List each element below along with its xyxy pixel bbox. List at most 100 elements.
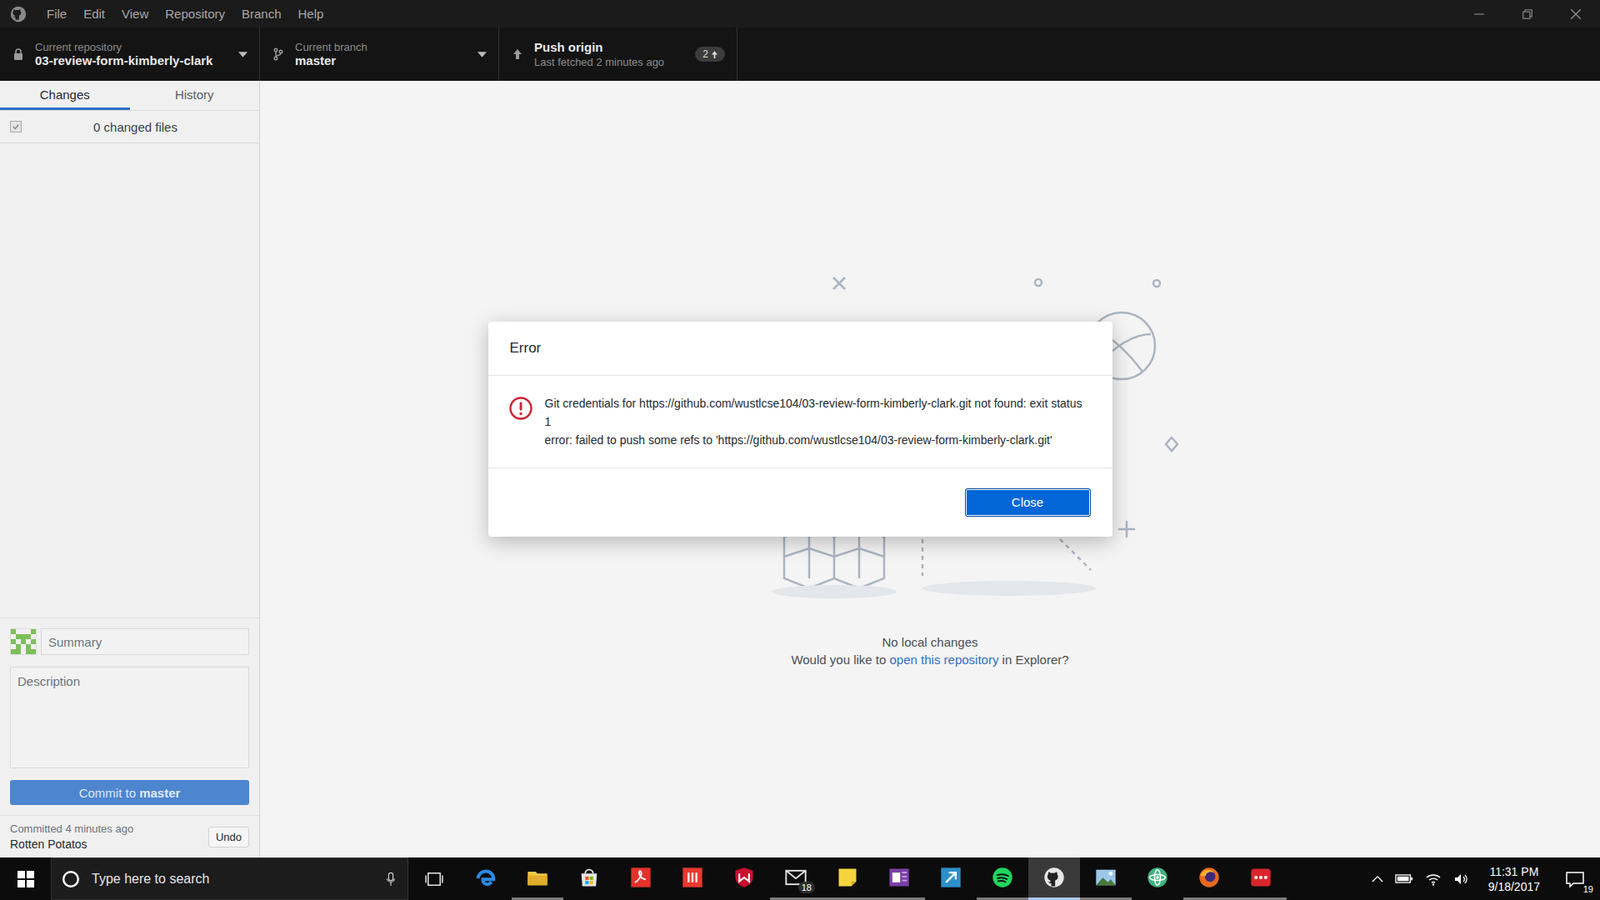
last-commit: Committed 4 minutes ago Rotten Potatos U… — [0, 815, 260, 858]
summary-input[interactable] — [40, 628, 250, 655]
search-placeholder: Type here to search — [91, 871, 375, 887]
last-commit-title: Rotten Potatos — [10, 837, 202, 851]
date: 9/18/2017 — [1488, 879, 1540, 895]
menu-bar: FileEditViewRepositoryBranchHelp — [38, 6, 332, 21]
notification-count: 19 — [1583, 884, 1594, 895]
empty-state-title: No local changes — [881, 635, 978, 650]
dialog-title: Error — [488, 321, 1113, 376]
taskbar-app[interactable] — [1131, 857, 1184, 900]
notes-icon — [835, 865, 860, 890]
time: 11:31 PM — [1489, 864, 1539, 880]
close-button[interactable]: Close — [965, 488, 1091, 517]
repository-label: Current repository — [35, 40, 229, 54]
taskbar-app[interactable] — [1080, 857, 1132, 900]
changed-files-count: 0 changed files — [21, 120, 250, 135]
close-window-icon[interactable] — [1570, 8, 1582, 20]
edge-icon — [474, 865, 498, 890]
avatar-icon — [10, 628, 37, 655]
toolbar: Current repository 03-review-form-kimber… — [0, 27, 1600, 81]
taskbar-apps: 18 — [460, 857, 1287, 900]
shield-icon — [732, 865, 756, 890]
microphone-icon[interactable] — [385, 871, 396, 887]
minimize-icon[interactable] — [1473, 8, 1485, 20]
onenote-icon — [887, 865, 911, 890]
caret-down-icon — [238, 51, 248, 58]
clock[interactable]: 11:31 PM 9/18/2017 — [1481, 864, 1547, 895]
push-button[interactable]: Push origin Last fetched 2 minutes ago 2 — [499, 27, 738, 81]
taskbar-app[interactable]: 18 — [770, 857, 822, 900]
taskbar-app[interactable] — [666, 857, 719, 900]
wifi-icon[interactable] — [1425, 872, 1442, 886]
caret-down-icon — [477, 51, 487, 58]
undo-button[interactable]: Undo — [208, 826, 250, 848]
windows-logo-icon — [17, 870, 35, 888]
arrow-up-icon — [711, 50, 718, 59]
empty-state-prompt: Would you like to open this repository i… — [790, 652, 1069, 667]
branch-name: master — [295, 53, 468, 68]
notification-icon — [1565, 870, 1585, 888]
menu-item[interactable]: Edit — [75, 6, 114, 21]
menu-item[interactable]: File — [38, 6, 75, 21]
last-commit-time: Committed 4 minutes ago — [10, 822, 202, 835]
github-icon — [1042, 865, 1066, 890]
store-icon — [577, 865, 601, 890]
start-button[interactable] — [0, 857, 51, 900]
taskbar-app[interactable] — [1183, 857, 1235, 900]
photo-icon — [1094, 865, 1118, 890]
tab[interactable]: Changes — [0, 80, 130, 110]
cortana-icon — [61, 870, 80, 889]
branch-icon — [271, 47, 285, 61]
taskbar-app[interactable] — [1235, 857, 1287, 900]
taskbar-app[interactable] — [976, 857, 1029, 900]
window-controls — [1473, 8, 1600, 20]
menu-item[interactable]: Help — [290, 6, 333, 21]
tab[interactable]: History — [130, 80, 260, 110]
action-center-button[interactable]: 19 — [1558, 870, 1592, 888]
volume-icon[interactable] — [1453, 872, 1470, 886]
folder-icon — [525, 865, 550, 890]
taskbar: Type here to search 18 11:31 PM 9/18/201… — [0, 857, 1600, 900]
spotify-icon — [990, 865, 1015, 890]
taskbar-app[interactable] — [1028, 857, 1080, 900]
error-message: Git credentials for https://github.com/w… — [545, 394, 1090, 450]
firefox-icon — [1197, 865, 1221, 890]
taskbar-app[interactable] — [718, 857, 770, 900]
error-icon — [508, 395, 534, 421]
ahead-count-badge: 2 — [695, 46, 725, 62]
taskbar-app[interactable] — [511, 857, 564, 900]
push-label: Push origin — [534, 40, 685, 55]
taskbar-app[interactable] — [925, 857, 977, 900]
last-fetched: Last fetched 2 minutes ago — [534, 55, 685, 69]
menu-item[interactable]: Repository — [156, 6, 234, 21]
error-dialog: Error Git credentials for https://github… — [488, 321, 1113, 537]
task-view-icon — [425, 871, 444, 887]
tab-bar: ChangesHistory — [0, 80, 260, 111]
modal-backdrop: Error Git credentials for https://github… — [0, 0, 1600, 858]
repository-dropdown[interactable]: Current repository 03-review-form-kimber… — [0, 27, 260, 81]
select-all-checkbox[interactable] — [10, 120, 22, 133]
search-box[interactable]: Type here to search — [50, 857, 409, 900]
description-input[interactable] — [10, 666, 250, 769]
open-repository-link[interactable]: open this repository — [890, 652, 1000, 667]
taskbar-app[interactable] — [460, 857, 512, 900]
taskbar-app[interactable] — [563, 857, 615, 900]
github-logo-icon — [10, 5, 27, 23]
menu-item[interactable]: View — [113, 6, 157, 21]
menu-item[interactable]: Branch — [233, 6, 290, 21]
commit-form: Commit to master — [0, 617, 260, 815]
branch-dropdown[interactable]: Current branch master — [260, 27, 500, 81]
sidebar: ChangesHistory 0 changed files Commit to… — [0, 80, 260, 858]
title-bar: FileEditViewRepositoryBranchHelp — [0, 0, 1600, 28]
chevron-up-icon[interactable] — [1371, 875, 1384, 883]
branch-label: Current branch — [295, 40, 468, 54]
task-view-button[interactable] — [408, 857, 460, 900]
arrow-up-icon — [510, 47, 525, 61]
taskbar-app[interactable] — [821, 857, 874, 900]
check-icon — [11, 122, 20, 131]
commit-button[interactable]: Commit to master — [10, 780, 250, 805]
taskbar-app[interactable] — [615, 857, 667, 900]
restore-icon[interactable] — [1521, 8, 1534, 20]
arrow-icon — [939, 865, 963, 890]
taskbar-app[interactable] — [873, 857, 925, 900]
battery-icon[interactable] — [1395, 873, 1414, 885]
